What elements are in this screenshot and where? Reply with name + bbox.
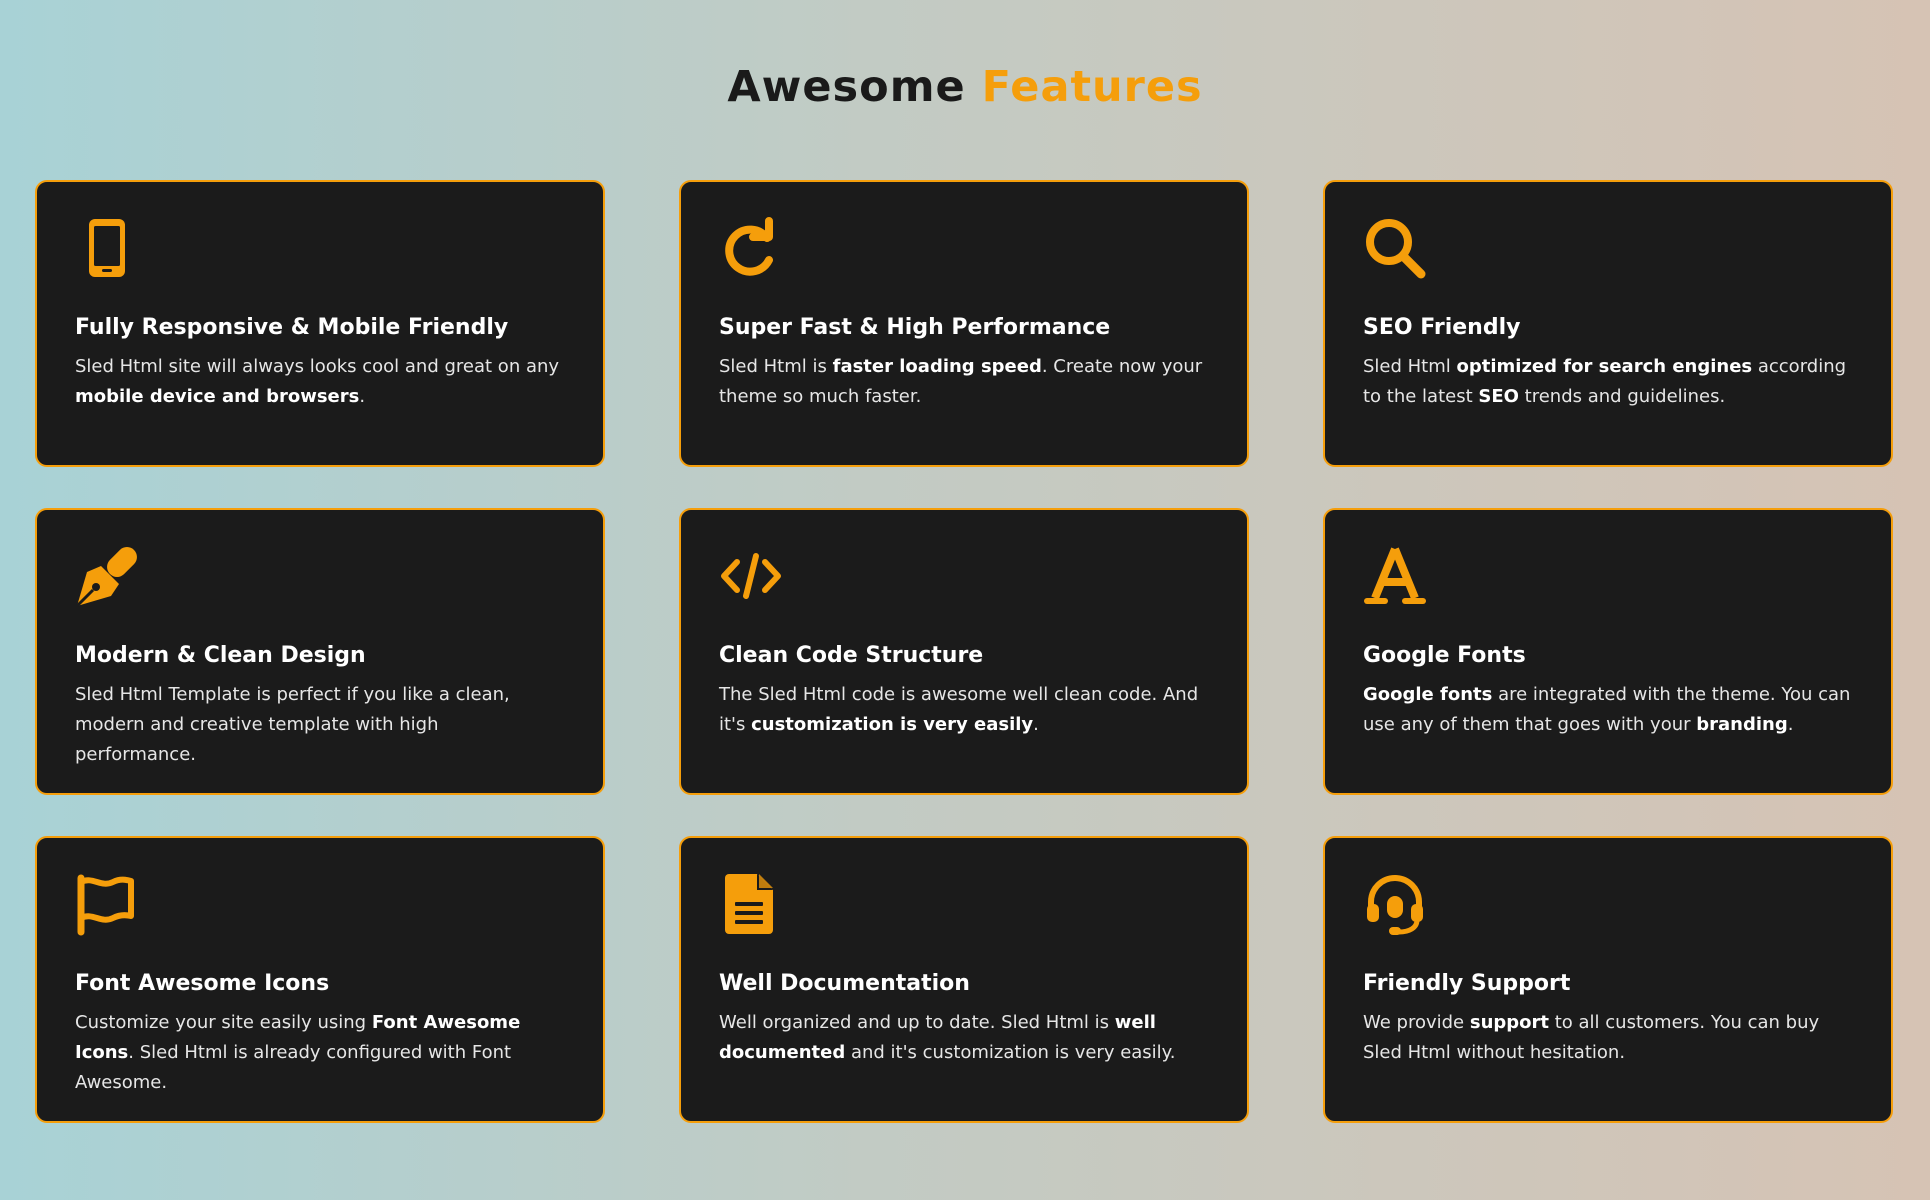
feature-card: Google Fonts Google fonts are integrated…	[1323, 508, 1893, 795]
headset-icon	[1363, 872, 1427, 936]
feature-description: Sled Html is faster loading speed. Creat…	[719, 356, 1203, 407]
feature-title: Google Fonts	[1363, 643, 1526, 668]
heading-word-1: Awesome	[727, 62, 966, 112]
feature-description: Google fonts are integrated with the the…	[1363, 684, 1851, 735]
feature-title: Super Fast & High Performance	[719, 315, 1111, 340]
feature-title: Well Documentation	[719, 971, 970, 996]
feature-title: SEO Friendly	[1363, 315, 1521, 340]
refresh-icon	[719, 216, 783, 280]
code-icon	[719, 544, 783, 608]
features-grid: Fully Responsive & Mobile Friendly Sled …	[35, 180, 1895, 1123]
feature-title: Fully Responsive & Mobile Friendly	[75, 315, 509, 340]
feature-card: Modern & Clean Design Sled Html Template…	[35, 508, 605, 795]
feature-card: Well Documentation Well organized and up…	[679, 836, 1249, 1123]
feature-title: Font Awesome Icons	[75, 971, 330, 996]
feature-title: Clean Code Structure	[719, 643, 984, 668]
feature-description: The Sled Html code is awesome well clean…	[719, 684, 1199, 735]
feature-card: Friendly Support We provide support to a…	[1323, 836, 1893, 1123]
heading-word-2: Features	[981, 62, 1203, 112]
pen-nib-icon	[75, 544, 139, 608]
feature-description: Sled Html site will always looks cool an…	[75, 356, 560, 407]
feature-card: Fully Responsive & Mobile Friendly Sled …	[35, 180, 605, 467]
font-icon	[1363, 544, 1427, 608]
feature-title: Modern & Clean Design	[75, 643, 366, 668]
feature-description: Sled Html optimized for search engines a…	[1363, 356, 1847, 407]
feature-card: SEO Friendly Sled Html optimized for sea…	[1323, 180, 1893, 467]
feature-description: We provide support to all customers. You…	[1363, 1012, 1820, 1063]
feature-description: Sled Html Template is perfect if you lik…	[75, 684, 510, 765]
feature-card: Super Fast & High Performance Sled Html …	[679, 180, 1249, 467]
feature-card: Clean Code Structure The Sled Html code …	[679, 508, 1249, 795]
mobile-icon	[75, 216, 139, 280]
flag-icon	[75, 872, 139, 936]
document-icon	[719, 872, 783, 936]
feature-description: Customize your site easily using Font Aw…	[75, 1012, 521, 1093]
search-icon	[1363, 216, 1427, 280]
feature-title: Friendly Support	[1363, 971, 1571, 996]
feature-card: Font Awesome Icons Customize your site e…	[35, 836, 605, 1123]
section-heading: Awesome Features	[0, 62, 1930, 112]
feature-description: Well organized and up to date. Sled Html…	[719, 1012, 1176, 1063]
